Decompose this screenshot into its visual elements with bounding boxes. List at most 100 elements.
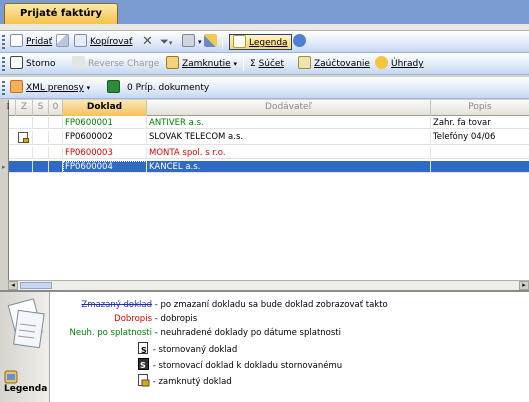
legend-button[interactable]: Legenda	[229, 34, 292, 50]
edit-icon	[56, 34, 69, 47]
toolbar-grip[interactable]	[2, 35, 5, 49]
legend-item-credit-note: Dobropis - dobropis	[114, 314, 198, 324]
storno-button[interactable]: Storno	[10, 56, 56, 72]
copy-icon	[74, 34, 87, 47]
print-dropdown[interactable]: ▾	[182, 34, 202, 50]
cancelled-document-icon: S	[138, 342, 148, 355]
toolbar-grip[interactable]	[2, 81, 5, 95]
scroll-right-arrow-icon[interactable]: ▸	[519, 281, 529, 290]
legend-item-cancelling: S - stornovací doklad k dokladu stornova…	[138, 358, 342, 371]
cell-z	[16, 117, 33, 129]
chevron-down-icon: ▾	[233, 60, 238, 68]
column-header-dodavatel[interactable]: Dodávateľ	[147, 100, 431, 116]
lock-dropdown[interactable]: Zamknutie ▾	[166, 56, 237, 72]
table-row[interactable]: FP0600002 SLOVAK TELECOM a.s. Telefóny 0…	[9, 131, 529, 145]
xml-transfer-dropdown[interactable]: XML prenosy ▾	[10, 80, 90, 96]
column-header-z[interactable]: Z	[16, 100, 33, 116]
help-icon	[293, 34, 306, 47]
table-row[interactable]: FP0600003 MONTA spol. s r.o.	[9, 147, 529, 159]
cell-popis	[431, 147, 529, 159]
cell-dodavatel: ANTIVER a.s.	[147, 117, 431, 129]
legend-panel: Legenda Zmazaný doklad - po zmazaní dokl…	[0, 290, 529, 402]
cell-s	[33, 147, 49, 159]
column-header-attachments[interactable]: 0	[49, 100, 63, 116]
chevron-down-icon: ▾	[86, 84, 91, 92]
cell-dodavatel: MONTA spol. s r.o.	[147, 147, 431, 159]
xml-icon	[10, 80, 23, 93]
cell-z	[16, 161, 33, 173]
cell-dodavatel: KANCEL a.s.	[147, 161, 431, 173]
cell-popis	[431, 161, 529, 173]
select-all-corner[interactable]: ⁞	[1, 100, 16, 116]
tab-prijate-faktury[interactable]: Prijaté faktúry	[4, 3, 118, 24]
separator	[243, 57, 244, 71]
svg-text:S: S	[140, 361, 146, 370]
toolbar-grip[interactable]	[2, 57, 5, 71]
posting-icon	[298, 56, 311, 69]
scroll-left-arrow-icon[interactable]: ◂	[8, 281, 18, 290]
copy-button[interactable]: Kopírovať	[74, 34, 133, 50]
toolbar-main: Pridať Kopírovať ✕ ⏷▾ ▾ Legenda	[0, 31, 529, 53]
table-row-selected[interactable]: FP0600004 KANCEL a.s.	[9, 161, 529, 173]
sum-button[interactable]: Σ Súčet	[250, 56, 284, 72]
delete-icon[interactable]: ✕	[142, 34, 153, 50]
legend-small-icon	[4, 370, 18, 384]
cell-attachment	[49, 117, 63, 129]
chevron-down-icon: ▾	[198, 38, 202, 46]
column-header-popis[interactable]: Popis	[431, 100, 529, 116]
table-row[interactable]: FP0600001 ANTIVER a.s. Zahr. fa tovar	[9, 117, 529, 129]
legend-icon	[233, 35, 246, 48]
svg-text:S: S	[141, 346, 147, 355]
cell-attachment	[49, 147, 63, 159]
invoice-grid: ⁞ Z S 0 Doklad Dodávateľ Popis FP0600001…	[2, 100, 529, 290]
filter-dropdown[interactable]: ⏷▾	[160, 34, 172, 50]
cell-doklad: FP0600001	[63, 117, 147, 129]
cancelling-document-icon: S	[138, 358, 149, 370]
lock-icon	[166, 56, 179, 69]
legend-item-locked: - zamknutý doklad	[138, 374, 232, 387]
legend-title: Legenda	[4, 384, 48, 394]
sum-icon: Σ	[250, 59, 259, 69]
grid-header: ⁞ Z S 0 Doklad Dodávateľ Popis	[7, 100, 529, 116]
cell-popis: Zahr. fa tovar	[431, 117, 529, 129]
cell-z	[16, 131, 33, 145]
toolbar-area-top	[0, 24, 529, 31]
storno-icon	[10, 56, 23, 69]
legend-documents-icon	[7, 298, 45, 349]
cell-s	[33, 131, 49, 143]
legend-item-cancelled: S - stornovaný doklad	[138, 342, 237, 355]
excel-icon	[107, 80, 120, 93]
payments-button[interactable]: Úhrady	[375, 56, 424, 72]
chevron-down-icon: ▾	[168, 39, 173, 47]
add-button[interactable]: Pridať	[10, 34, 52, 50]
wand-icon	[204, 34, 217, 47]
scroll-thumb[interactable]	[20, 282, 52, 289]
new-document-icon	[10, 34, 23, 47]
legend-sidebar: Legenda	[0, 292, 50, 402]
locked-document-icon	[18, 132, 29, 143]
posting-button[interactable]: Zaúčtovanie	[298, 56, 370, 72]
edit-button[interactable]	[56, 34, 72, 50]
cell-z	[16, 147, 33, 159]
reverse-charge-button[interactable]: Reverse Charge	[72, 56, 159, 72]
cell-dodavatel: SLOVAK TELECOM a.s.	[147, 131, 431, 143]
cell-attachment	[49, 131, 63, 143]
cell-popis: Telefóny 04/06	[431, 131, 529, 143]
column-header-doklad[interactable]: Doklad	[63, 100, 147, 116]
column-header-s[interactable]: S	[33, 100, 49, 116]
filter-icon: ⏷	[160, 35, 169, 48]
toolbar-actions: Storno Reverse Charge Zamknutie ▾ Σ Súče…	[0, 53, 529, 75]
horizontal-scrollbar[interactable]: ◂ ▸	[8, 280, 529, 290]
tab-strip: Prijaté faktúry	[0, 0, 529, 24]
paperclip-icon: 0	[127, 83, 136, 93]
cell-doklad: FP0600004	[63, 161, 147, 173]
excel-export-button[interactable]	[107, 80, 123, 96]
print-icon	[182, 34, 195, 47]
locked-document-icon	[138, 374, 150, 387]
help-button[interactable]	[293, 34, 309, 50]
cell-s	[33, 161, 49, 173]
separator	[222, 35, 223, 49]
attachments-button[interactable]: 0 Príp. dokumenty	[127, 80, 209, 96]
tools-button[interactable]	[204, 34, 220, 50]
reverse-charge-icon	[72, 56, 85, 69]
